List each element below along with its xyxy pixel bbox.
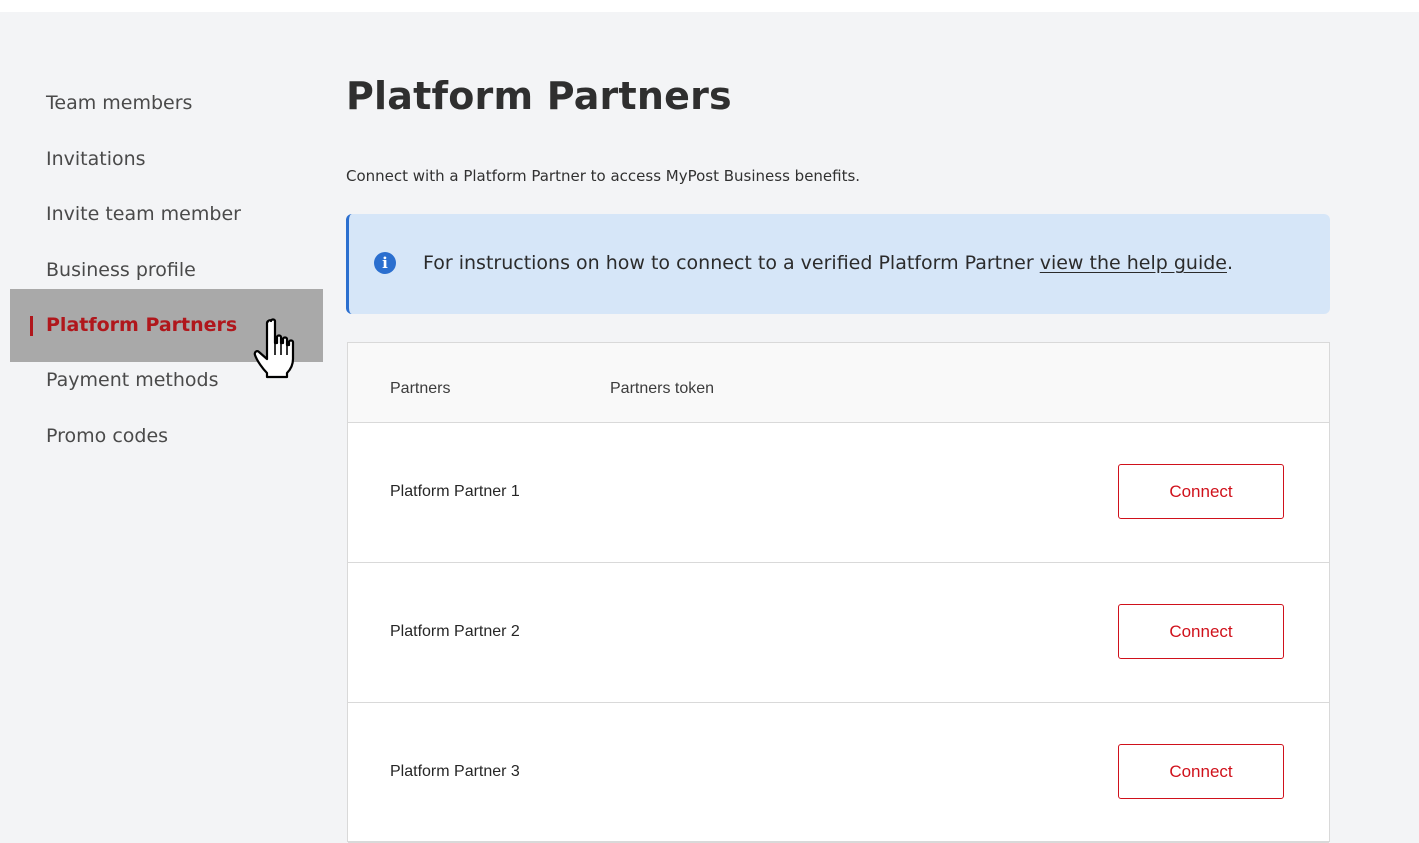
table-header: Partners Partners token xyxy=(348,343,1329,423)
partner-name: Platform Partner 1 xyxy=(390,483,520,500)
info-banner: i For instructions on how to connect to … xyxy=(346,214,1330,314)
table-row: Platform Partner 2 Connect xyxy=(348,563,1329,703)
partner-name: Platform Partner 2 xyxy=(390,623,520,640)
top-strip xyxy=(0,0,1419,12)
partners-table: Partners Partners token Platform Partner… xyxy=(347,342,1330,843)
sidebar-item-label: Business profile xyxy=(46,258,196,281)
column-header-partners: Partners xyxy=(390,380,451,397)
hand-cursor-icon xyxy=(253,318,295,379)
sidebar-item-invite-team-member[interactable]: Invite team member xyxy=(0,187,323,243)
sidebar-item-label: Platform Partners xyxy=(46,314,238,336)
active-indicator xyxy=(30,316,33,336)
sidebar-item-invitations[interactable]: Invitations xyxy=(0,132,323,188)
sidebar-item-label: Invitations xyxy=(46,147,146,170)
connect-button[interactable]: Connect xyxy=(1118,604,1284,659)
connect-button[interactable]: Connect xyxy=(1118,744,1284,799)
info-banner-trailing: . xyxy=(1226,252,1234,274)
page-subtitle: Connect with a Platform Partner to acces… xyxy=(346,167,861,185)
info-icon: i xyxy=(374,252,396,274)
help-guide-link[interactable]: view the help guide xyxy=(1040,252,1227,274)
info-banner-message: For instructions on how to connect to a … xyxy=(423,252,1040,274)
connect-button[interactable]: Connect xyxy=(1118,464,1284,519)
partner-name: Platform Partner 3 xyxy=(390,763,520,780)
sidebar-item-label: Team members xyxy=(46,92,193,114)
column-header-partners-token: Partners token xyxy=(610,380,715,397)
table-row: Platform Partner 1 Connect xyxy=(348,423,1329,563)
page-title: Platform Partners xyxy=(346,74,732,118)
table-row: Platform Partner 3 Connect xyxy=(348,703,1329,843)
info-banner-text: For instructions on how to connect to a … xyxy=(423,252,1233,274)
sidebar-item-team-members[interactable]: Team members xyxy=(0,76,323,132)
sidebar-item-label: Promo codes xyxy=(46,424,169,447)
sidebar-item-promo-codes[interactable]: Promo codes xyxy=(0,409,323,465)
sidebar-item-label: Payment methods xyxy=(46,369,219,391)
sidebar-item-label: Invite team member xyxy=(46,203,241,225)
sidebar-nav: Team members Invitations Invite team mem… xyxy=(0,76,323,464)
